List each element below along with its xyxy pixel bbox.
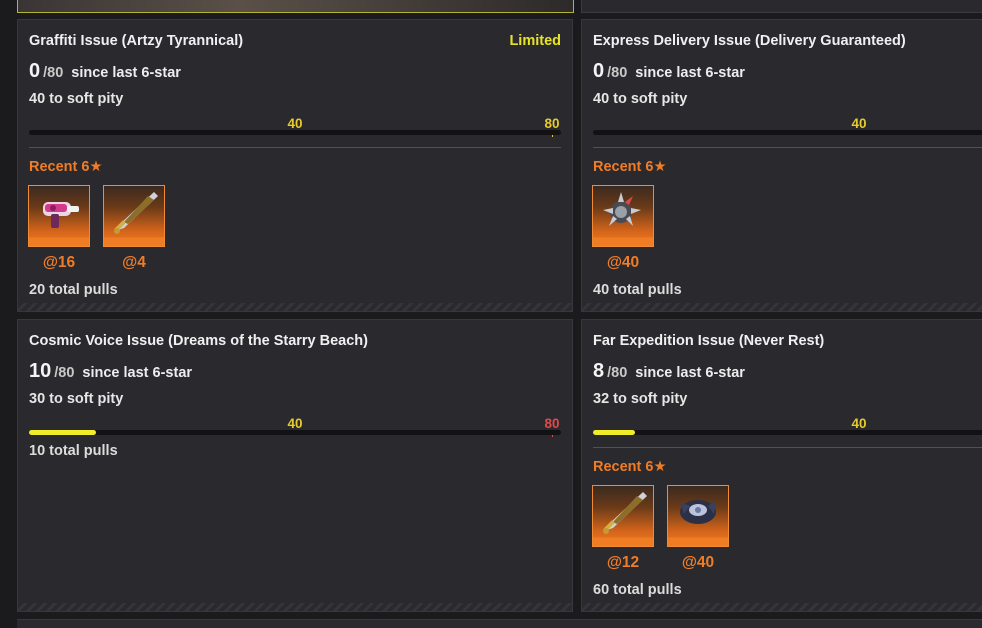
soft-pity-marker: 40 [287, 416, 303, 431]
banner-card-cosmic-voice: Cosmic Voice Issue (Dreams of the Starry… [17, 319, 573, 612]
pity-since-label: since last 6-star [82, 365, 193, 381]
total-pulls: 20 total pulls [29, 282, 118, 298]
banner-card-graffiti: Graffiti Issue (Artzy Tyrannical) Limite… [17, 19, 573, 312]
hard-pity-marker: 80 [544, 116, 560, 131]
total-pulls: 10 total pulls [29, 443, 118, 459]
spiked-gauntlet-icon[interactable] [592, 185, 654, 247]
soft-pity-text: 30 to soft pity [29, 391, 124, 407]
pity-count: 0 [29, 60, 41, 82]
golden-greatsword-icon[interactable] [103, 185, 165, 247]
soft-pity-text: 40 to soft pity [29, 91, 124, 107]
pity-count: 8 [593, 360, 605, 382]
pity-progress-bar [593, 430, 982, 435]
pity-progress-bar [29, 130, 561, 135]
section-divider [593, 147, 982, 148]
recent-six-star-label: Recent 6★ [593, 459, 667, 475]
pull-number: @40 [681, 554, 715, 571]
dark-orb-weapon-icon[interactable] [667, 485, 729, 547]
total-pulls: 40 total pulls [593, 282, 682, 298]
pity-progress-fill [593, 430, 635, 435]
banner-title: Graffiti Issue (Artzy Tyrannical) [29, 33, 244, 49]
recent-six-star-label: Recent 6★ [593, 159, 667, 175]
pity-max: /80 [607, 65, 628, 81]
pity-counter: 8/80 since last 6-star [593, 360, 745, 383]
pull-number: @4 [122, 254, 146, 271]
pink-blaster-weapon-icon[interactable] [28, 185, 90, 247]
pity-counter: 0/80 since last 6-star [593, 60, 745, 83]
pity-progress-fill [29, 430, 96, 435]
hard-pity-tick [552, 135, 553, 137]
pull-number: @40 [606, 254, 640, 271]
pity-max: /80 [54, 365, 75, 381]
section-divider [29, 147, 561, 148]
soft-pity-marker: 40 [287, 116, 303, 131]
limited-badge: Limited [509, 33, 561, 49]
pity-since-label: since last 6-star [71, 65, 181, 81]
recent-six-star-label: Recent 6★ [29, 159, 103, 175]
banner-card-express-delivery: Express Delivery Issue (Delivery Guarant… [581, 19, 982, 312]
soft-pity-marker: 40 [851, 416, 867, 431]
section-divider [593, 447, 982, 448]
soft-pity-text: 40 to soft pity [593, 91, 688, 107]
pity-max: /80 [607, 365, 628, 381]
pity-progress-bar [29, 430, 561, 435]
pull-number: @16 [42, 254, 76, 271]
pity-since-label: since last 6-star [635, 65, 745, 81]
pity-counter: 0/80 since last 6-star [29, 60, 181, 83]
banner-title: Cosmic Voice Issue (Dreams of the Starry… [29, 333, 368, 349]
soft-pity-marker: 40 [851, 116, 867, 131]
previous-card-edge [581, 0, 982, 13]
pity-progress-bar [593, 130, 982, 135]
banner-title: Far Expedition Issue (Never Rest) [593, 333, 825, 349]
golden-greatsword-icon[interactable] [592, 485, 654, 547]
soft-pity-text: 32 to soft pity [593, 391, 688, 407]
previous-card-banner [17, 0, 574, 13]
pity-max: /80 [43, 65, 64, 81]
hard-pity-tick [552, 435, 553, 437]
total-pulls: 60 total pulls [593, 582, 682, 598]
pity-counter: 10/80 since last 6-star [29, 360, 192, 383]
banner-title: Express Delivery Issue (Delivery Guarant… [593, 33, 906, 49]
pity-since-label: since last 6-star [635, 365, 745, 381]
hard-pity-marker: 80 [544, 416, 560, 431]
banner-card-far-expedition: Far Expedition Issue (Never Rest) 8/80 si… [581, 319, 982, 612]
pity-count: 10 [29, 360, 52, 382]
pity-count: 0 [593, 60, 605, 82]
pull-number: @12 [606, 554, 640, 571]
